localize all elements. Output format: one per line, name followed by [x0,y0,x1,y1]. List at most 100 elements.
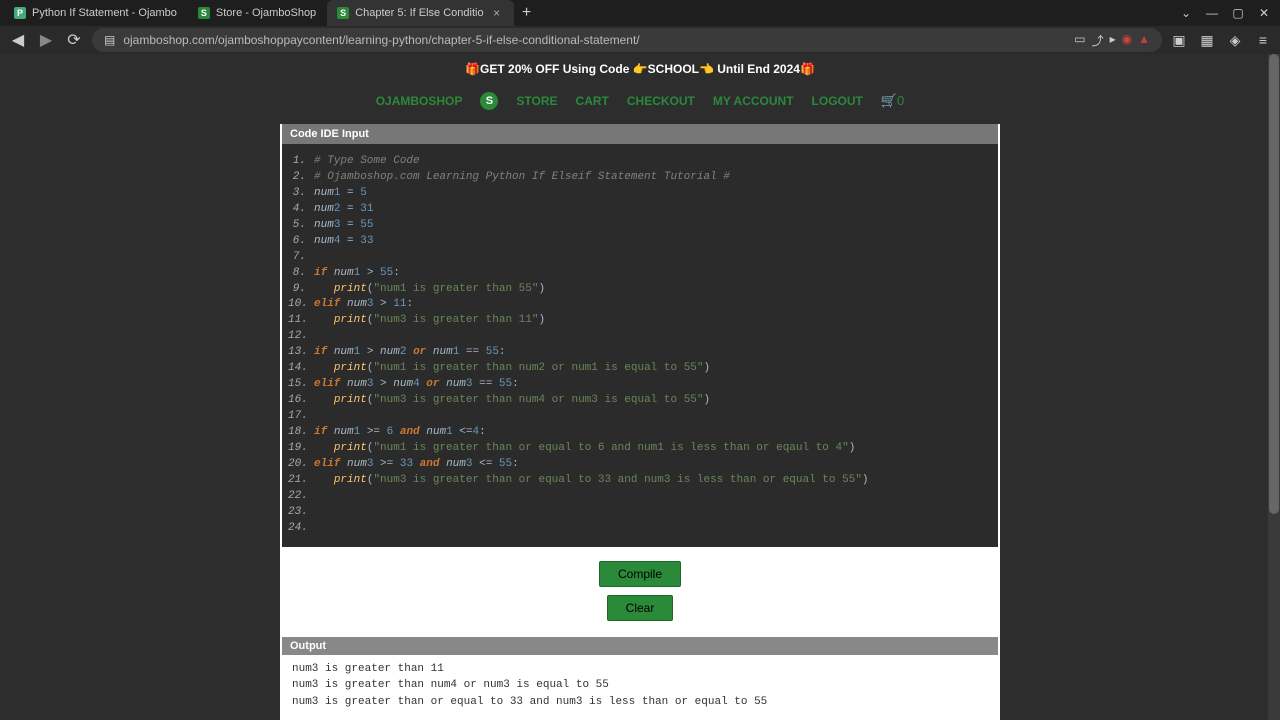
code-editor[interactable]: 1.# Type Some Code2.# Ojamboshop.com Lea… [282,144,998,547]
code-line: 2.# Ojamboshop.com Learning Python If El… [288,170,988,186]
forward-button[interactable]: ▶ [36,30,56,50]
rss-icon[interactable]: ▸ [1110,32,1116,49]
code-text: print("num1 is greater than or equal to … [314,441,988,457]
close-window-button[interactable]: ✕ [1252,1,1276,25]
scrollbar[interactable] [1268,54,1280,720]
code-line: 24. [288,521,988,537]
chevron-down-icon[interactable]: ⌄ [1174,1,1198,25]
code-line: 11. print("num3 is greater than 11") [288,313,988,329]
promo-banner: 🎁GET 20% OFF Using Code 👉SCHOOL👈 Until E… [0,54,1280,84]
page-content: 🎁GET 20% OFF Using Code 👉SCHOOL👈 Until E… [0,54,1280,720]
code-line: 1.# Type Some Code [288,154,988,170]
line-number: 18. [288,425,314,441]
code-header: Code IDE Input [282,124,998,144]
line-number: 19. [288,441,314,457]
favicon-icon: S [337,7,349,19]
sidebar-icon[interactable]: ▣ [1170,31,1188,49]
nav-store[interactable]: STORE [516,94,557,108]
logo-icon: S [480,92,498,110]
window-controls: ⌄ — ▢ ✕ [1174,1,1276,25]
nav-brand[interactable]: OJAMBOSHOP [376,94,463,108]
line-number: 21. [288,473,314,489]
line-number: 15. [288,377,314,393]
code-text: num4 = 33 [314,234,988,250]
tab-label: Store - OjamboShop [216,7,316,19]
toolbar-right: ▣ ▦ ◈ ≡ [1170,31,1272,49]
tab-label: Chapter 5: If Else Conditio [355,7,483,19]
code-text: print("num3 is greater than or equal to … [314,473,988,489]
code-line: 3.num1 = 5 [288,186,988,202]
code-line: 20.elif num3 >= 33 and num3 <= 55: [288,457,988,473]
tab-1[interactable]: P Python If Statement - Ojambo [4,0,187,26]
favicon-icon: S [198,7,210,19]
close-icon[interactable]: × [490,6,504,20]
line-number: 13. [288,345,314,361]
code-text: num1 = 5 [314,186,988,202]
code-text [314,505,988,521]
line-number: 23. [288,505,314,521]
bookmark-icon[interactable]: ◈ [1226,31,1244,49]
minimize-button[interactable]: — [1200,1,1224,25]
code-line: 16. print("num3 is greater than num4 or … [288,393,988,409]
tab-3-active[interactable]: S Chapter 5: If Else Conditio × [327,0,513,26]
code-line: 13.if num1 > num2 or num1 == 55: [288,345,988,361]
menu-icon[interactable]: ≡ [1254,31,1272,49]
code-line: 6.num4 = 33 [288,234,988,250]
code-text [314,329,988,345]
code-text [314,489,988,505]
line-number: 7. [288,250,314,266]
code-text [314,521,988,537]
compile-button[interactable]: Compile [599,561,681,587]
line-number: 12. [288,329,314,345]
clear-button[interactable]: Clear [607,595,674,621]
line-number: 24. [288,521,314,537]
new-tab-button[interactable]: + [515,1,539,25]
nav-checkout[interactable]: CHECKOUT [627,94,695,108]
line-number: 14. [288,361,314,377]
nav-account[interactable]: MY ACCOUNT [713,94,794,108]
browser-toolbar: ◀ ▶ ⟳ ▤ ojamboshop.com/ojamboshoppaycont… [0,26,1280,54]
shield-icon[interactable]: ◉ [1122,32,1132,49]
line-number: 1. [288,154,314,170]
titlebar: P Python If Statement - Ojambo S Store -… [0,0,1280,26]
code-text: # Ojamboshop.com Learning Python If Else… [314,170,988,186]
url-text: ojamboshop.com/ojamboshoppaycontent/lear… [123,33,1066,47]
share-icon[interactable]: ⤴ [1092,32,1104,49]
maximize-button[interactable]: ▢ [1226,1,1250,25]
code-text: if num1 > num2 or num1 == 55: [314,345,988,361]
code-line: 12. [288,329,988,345]
code-line: 23. [288,505,988,521]
reader-icon[interactable]: ▭ [1074,32,1085,49]
main-content: Code IDE Input 1.# Type Some Code2.# Oja… [280,124,1000,720]
browser-tabs: P Python If Statement - Ojambo S Store -… [4,0,1174,26]
line-number: 2. [288,170,314,186]
line-number: 5. [288,218,314,234]
cart-count: 0 [897,93,904,108]
code-line: 14. print("num1 is greater than num2 or … [288,361,988,377]
warning-icon[interactable]: ▲ [1138,32,1150,49]
code-line: 10.elif num3 > 11: [288,297,988,313]
line-number: 4. [288,202,314,218]
scrollbar-thumb[interactable] [1269,54,1279,514]
line-number: 10. [288,297,314,313]
nav-logout[interactable]: LOGOUT [812,94,863,108]
site-info-icon[interactable]: ▤ [104,33,115,47]
code-text: print("num3 is greater than 11") [314,313,988,329]
tab-2[interactable]: S Store - OjamboShop [188,0,326,26]
back-button[interactable]: ◀ [8,30,28,50]
extension-icon[interactable]: ▦ [1198,31,1216,49]
code-text: print("num3 is greater than num4 or num3… [314,393,988,409]
code-text: num3 = 55 [314,218,988,234]
output-line: num3 is greater than 11 [292,661,988,678]
line-number: 20. [288,457,314,473]
reload-button[interactable]: ⟳ [64,30,84,50]
nav-cart[interactable]: CART [576,94,609,108]
code-text: if num1 >= 6 and num1 <=4: [314,425,988,441]
url-bar[interactable]: ▤ ojamboshop.com/ojamboshoppaycontent/le… [92,28,1162,52]
code-text: num2 = 31 [314,202,988,218]
cart-icon[interactable]: 🛒0 [881,93,904,109]
output-line: num3 is greater than or equal to 33 and … [292,694,988,711]
output-line: num3 is greater than num4 or num3 is equ… [292,677,988,694]
code-text [314,250,988,266]
code-text: elif num3 >= 33 and num3 <= 55: [314,457,988,473]
